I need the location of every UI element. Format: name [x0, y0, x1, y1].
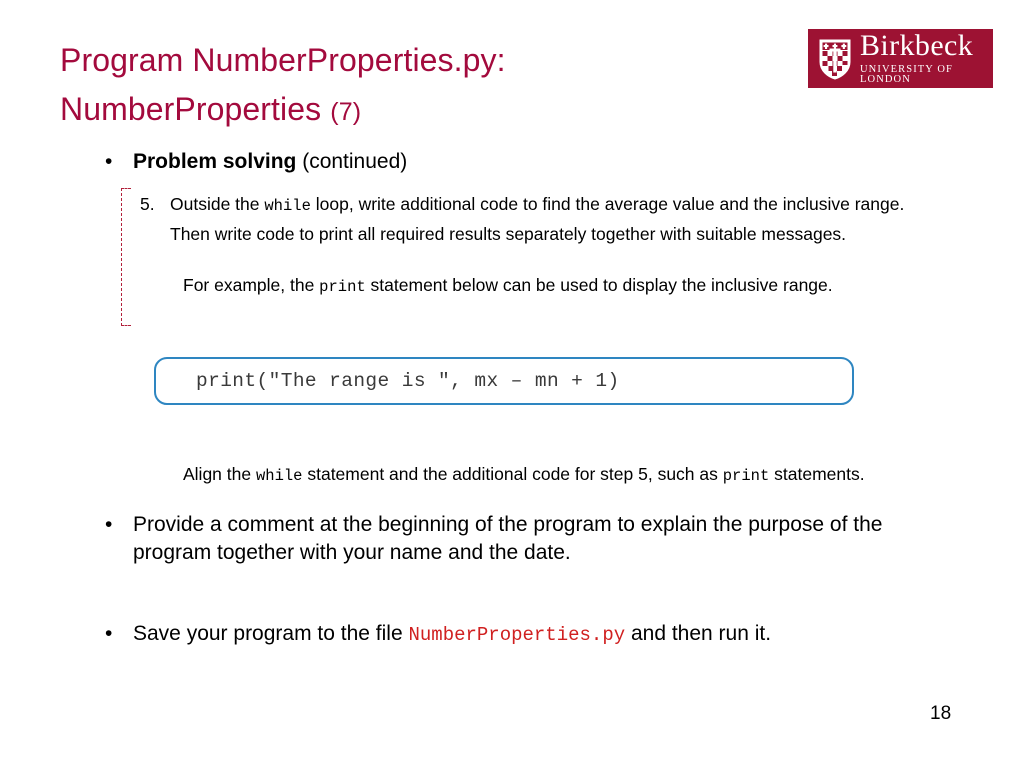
logo-subtitle: UNIVERSITY OF LONDON [860, 63, 953, 86]
align-paragraph: Align the while statement and the additi… [183, 460, 943, 490]
page-title-line2-main: NumberProperties [60, 90, 322, 127]
code-box-line: print("The range is ", mx – mn + 1) [196, 370, 620, 392]
page-title: Program NumberProperties.py: NumberPrope… [60, 36, 760, 133]
save-part2: and then run it. [625, 622, 772, 645]
page-title-line2: NumberProperties (7) [60, 85, 760, 134]
align-part2: statement and the additional code for st… [302, 464, 723, 484]
align-part3: statements. [769, 464, 865, 484]
dashed-placeholder-outline [121, 188, 131, 326]
numbered-step-5: 5. Outside the while loop, write additio… [140, 190, 940, 249]
bullet-problem-solving: • Problem solving (continued) [97, 148, 917, 176]
bullet-save-program-text: Save your program to the file NumberProp… [133, 620, 771, 648]
birkbeck-logo: Birkbeck UNIVERSITY OF LONDON [808, 29, 993, 88]
step-5-number: 5. [140, 193, 155, 214]
bullet-save-program: • Save your program to the file NumberPr… [97, 620, 917, 648]
page-title-line1: Program NumberProperties.py: [60, 42, 506, 78]
logo-wordmark: Birkbeck UNIVERSITY OF LONDON [860, 31, 993, 86]
logo-name: Birkbeck [860, 29, 974, 63]
align-part1: Align the [183, 464, 256, 484]
example-part1: For example, the [183, 274, 320, 295]
code-box: print("The range is ", mx – mn + 1) [154, 357, 854, 405]
step-5-code-while: while [264, 196, 311, 215]
example-code-print: print [319, 277, 366, 296]
bullet-marker: • [105, 622, 113, 645]
example-part2: statement below can be used to display t… [365, 274, 833, 295]
bullet-problem-solving-bold: Problem solving [133, 150, 297, 173]
bullet-marker: • [105, 513, 113, 536]
slide-root: Birkbeck UNIVERSITY OF LONDON Program Nu… [0, 0, 1024, 768]
align-code-while: while [255, 467, 303, 485]
bullet-marker: • [105, 150, 113, 173]
step-5-part1: Outside the [170, 193, 265, 214]
shield-crest-icon [818, 38, 852, 80]
page-number: 18 [930, 703, 952, 724]
example-paragraph: For example, the print statement below c… [183, 271, 943, 301]
bullet-problem-solving-text: Problem solving (continued) [133, 148, 407, 176]
bullet-provide-comment-text: Provide a comment at the beginning of th… [133, 513, 883, 564]
save-part1: Save your program to the file [133, 622, 409, 645]
page-title-index: (7) [330, 97, 362, 126]
save-filename: NumberProperties.py [408, 624, 626, 646]
align-code-print: print [722, 467, 770, 485]
step-5-text: Outside the while loop, write additional… [170, 190, 940, 249]
slide-body: • Problem solving (continued) 5. Outside… [0, 148, 1024, 326]
bullet-problem-solving-rest: (continued) [296, 150, 408, 173]
bullet-provide-comment: • Provide a comment at the beginning of … [97, 511, 917, 567]
